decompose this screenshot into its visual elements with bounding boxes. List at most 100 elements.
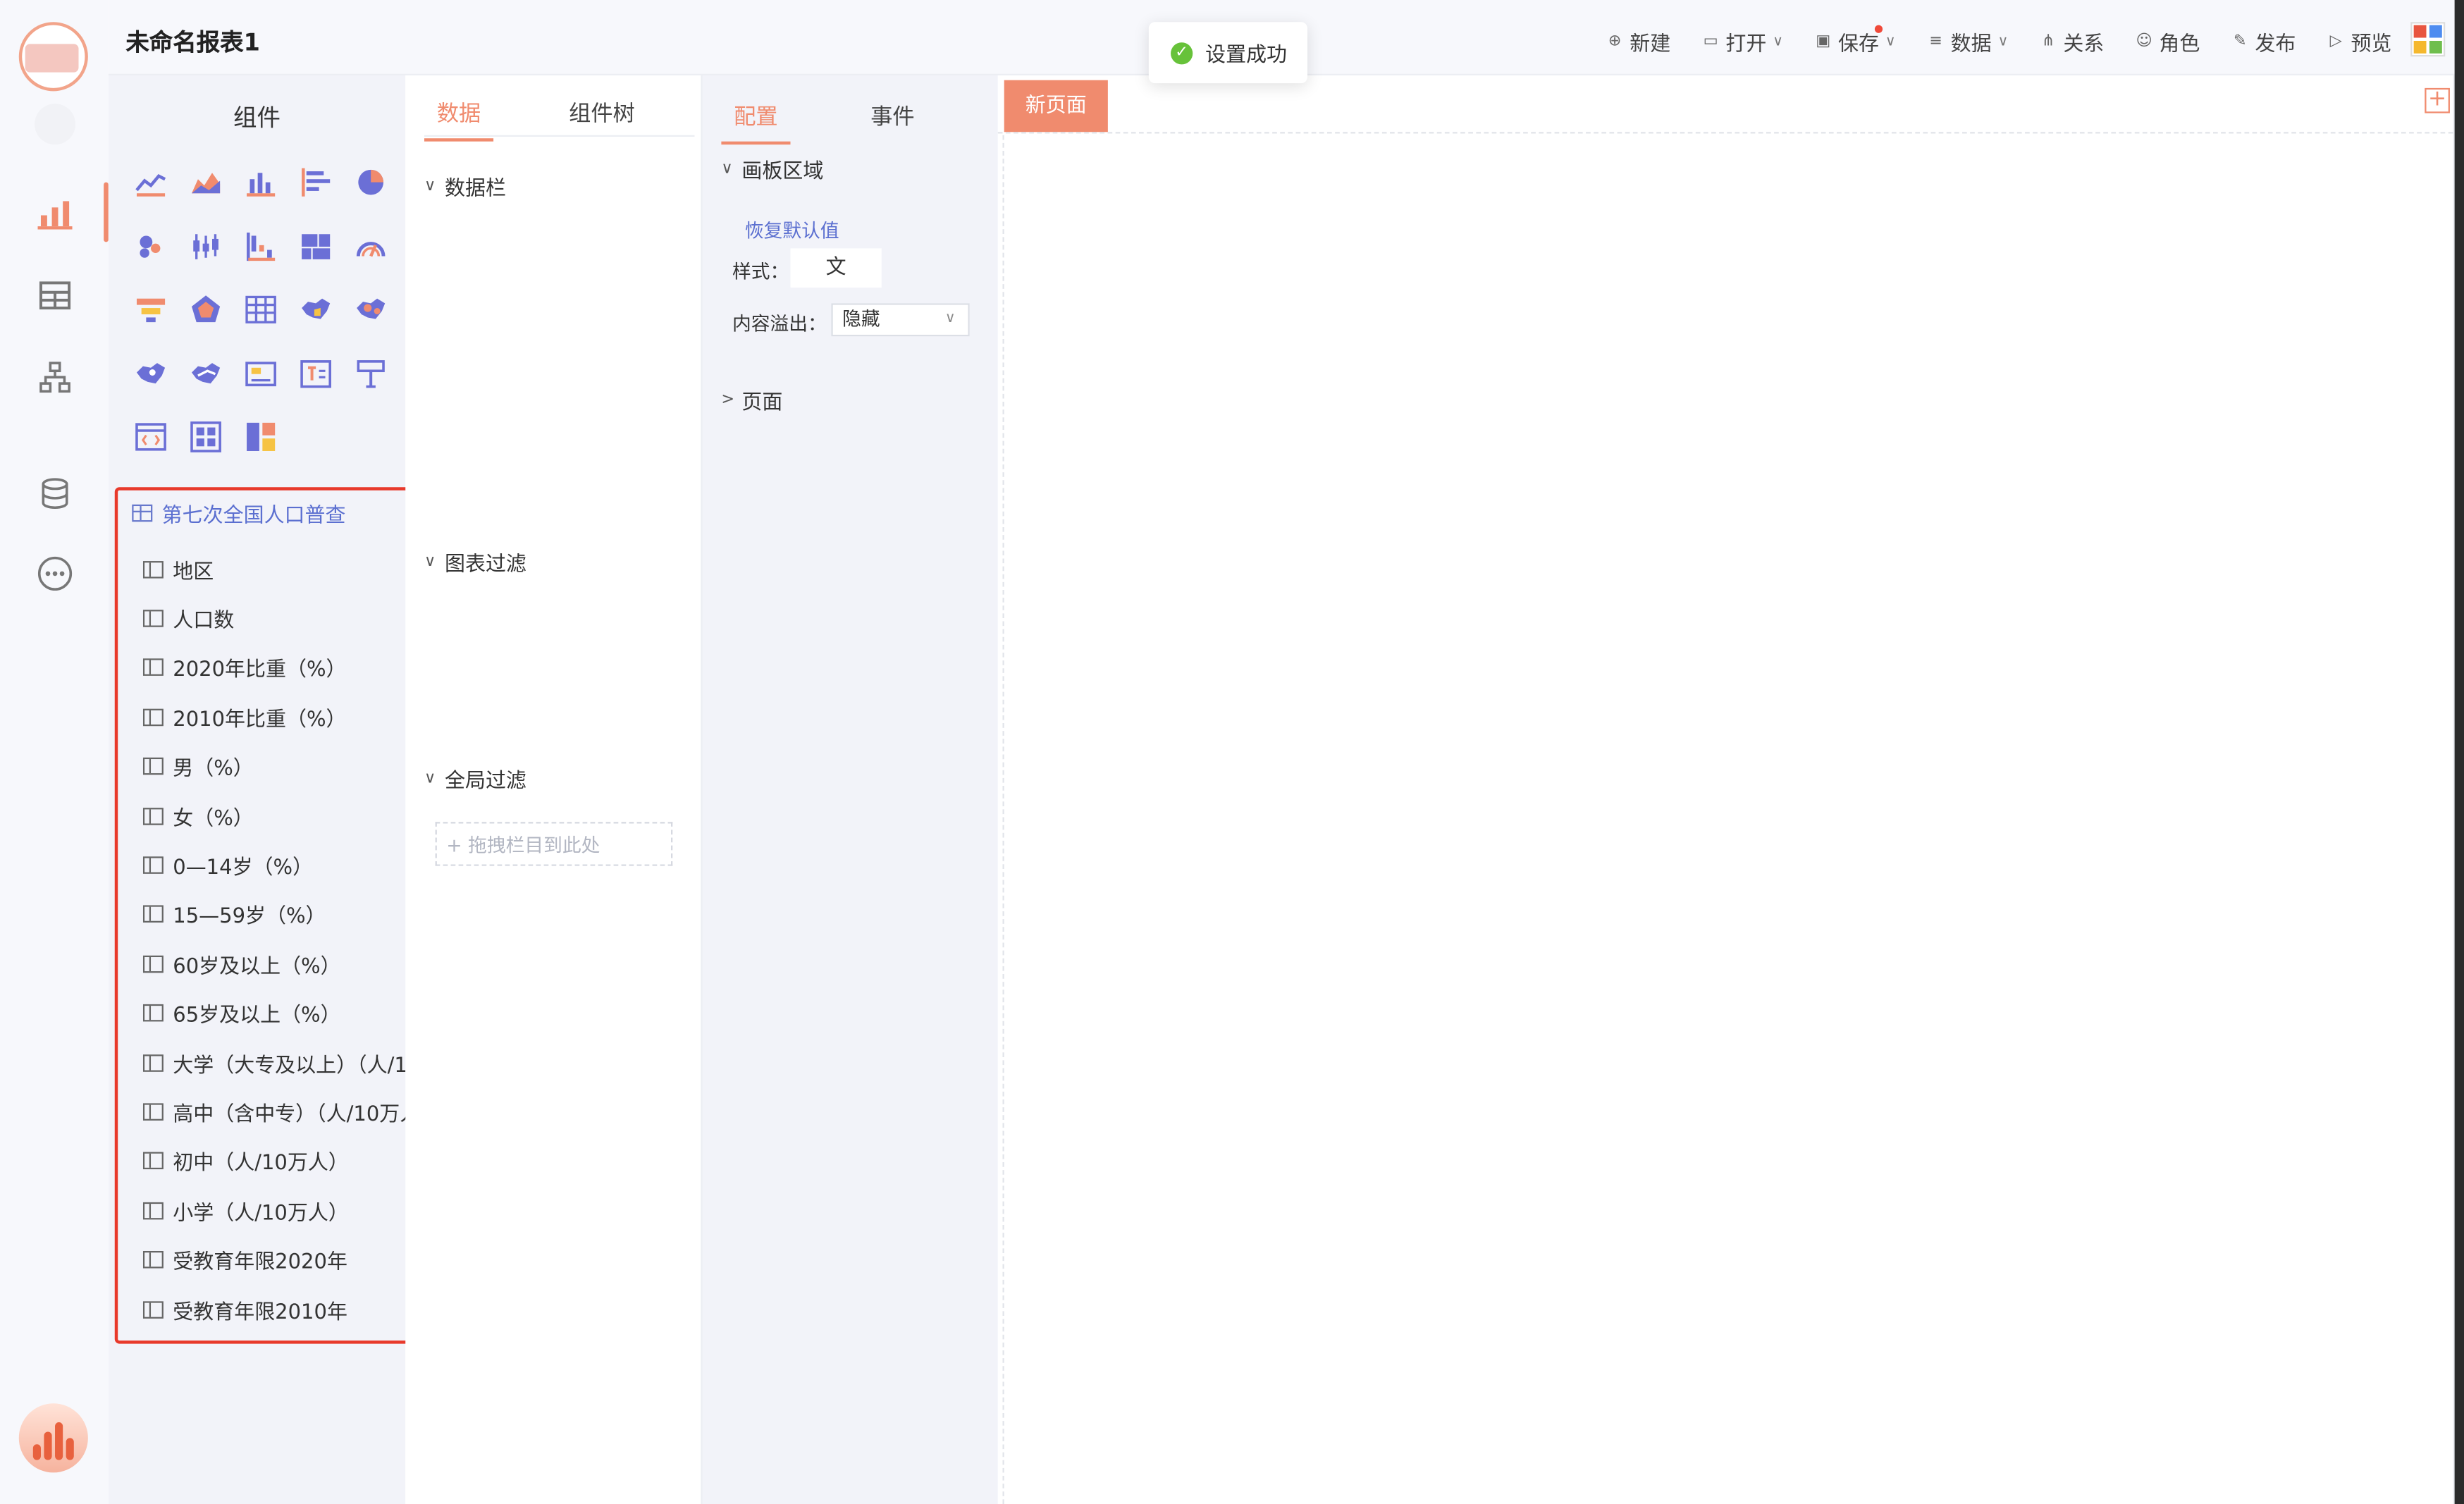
- more-icon: [37, 556, 72, 591]
- add-page-button[interactable]: +: [2425, 87, 2450, 113]
- toolbar-button-relation[interactable]: ⋔ 关系: [2040, 27, 2105, 57]
- section-canvas-area-label: 画板区域: [741, 160, 824, 184]
- dataset-field-item[interactable]: 2020年比重（%）: [142, 651, 410, 685]
- tab-events[interactable]: 事件: [870, 101, 914, 144]
- toolbar: ⊕ 新建 ▭ 打开 ∨ ▣ 保存 ∨ ≡ 数据 ∨ ⋔ 关系 ☺ 角色 ✎ 发布 ▷ 预览: [1575, 25, 2392, 57]
- column-icon: [142, 609, 164, 627]
- component-radar-button[interactable]: [178, 278, 233, 342]
- dataset-field-item[interactable]: 0—14岁（%）: [142, 848, 410, 882]
- overflow-value: 隐藏: [842, 308, 880, 331]
- dataset-field-item[interactable]: 65岁及以上（%）: [142, 996, 410, 1030]
- card-icon: [190, 421, 221, 453]
- style-select[interactable]: 文: [790, 248, 882, 288]
- dataset-field-item[interactable]: 高中（含中专）（人/10万人）: [142, 1095, 410, 1129]
- section-chart-filter[interactable]: ∨ 图表过滤: [424, 547, 526, 577]
- treemap-icon: [300, 233, 330, 259]
- component-text-button[interactable]: [288, 342, 343, 405]
- component-layout-button[interactable]: [233, 405, 288, 469]
- app-logo[interactable]: [18, 22, 88, 92]
- dataset-field-label: 受教育年限2010年: [173, 1300, 347, 1324]
- toolbar-button-publish[interactable]: ✎ 发布: [2231, 27, 2296, 56]
- waterfall-icon: [245, 232, 275, 261]
- component-treemap-button[interactable]: [288, 214, 343, 278]
- toolbar-button-label: 预览: [2351, 32, 2392, 57]
- dataset-field-item[interactable]: 受教育年限2010年: [142, 1292, 410, 1326]
- component-area-chart-button[interactable]: [178, 151, 233, 214]
- tab-config[interactable]: 配置: [721, 101, 791, 145]
- global-filter-drop-zone[interactable]: + 拖拽栏目到此处: [435, 822, 673, 866]
- component-card-button[interactable]: [178, 405, 233, 469]
- component-scatter-button[interactable]: [123, 214, 178, 278]
- column-icon: [142, 758, 164, 775]
- component-line-chart-button[interactable]: [123, 151, 178, 214]
- component-funnel-button[interactable]: [123, 278, 178, 342]
- database-icon: [41, 478, 68, 510]
- china-map-2-icon: [135, 362, 164, 383]
- component-candlestick-button[interactable]: [178, 214, 233, 278]
- dataset-field-item[interactable]: 人口数: [142, 601, 410, 636]
- iframe-icon: [135, 423, 166, 452]
- column-icon: [142, 906, 164, 923]
- dataset-field-label: 小学（人/10万人）: [173, 1202, 349, 1226]
- component-pie-chart-button[interactable]: [343, 151, 398, 214]
- toolbar-button-label: 发布: [2255, 32, 2296, 57]
- rail-chart-button[interactable]: [0, 182, 109, 245]
- toolbar-button-folder-open[interactable]: ▭ 打开 ∨: [1702, 27, 1783, 56]
- dataset-field-item[interactable]: 男（%）: [142, 749, 410, 784]
- column-icon: [142, 1202, 164, 1219]
- toolbar-button-database[interactable]: ≡ 数据 ∨: [1927, 27, 2008, 56]
- report-title[interactable]: 未命名报表1: [125, 25, 260, 58]
- theme-color-swatch: [2413, 25, 2427, 38]
- toolbar-button-plus-circle[interactable]: ⊕ 新建: [1606, 27, 1671, 56]
- section-global-filter[interactable]: ∨ 全局过滤: [424, 764, 526, 794]
- rail-more-button[interactable]: [0, 542, 109, 605]
- component-gauge-button[interactable]: [343, 214, 398, 278]
- component-bar-chart-button[interactable]: [233, 151, 288, 214]
- overflow-select[interactable]: 隐藏 ∨: [831, 303, 970, 337]
- rail-table-button[interactable]: [0, 264, 109, 327]
- dataset-field-item[interactable]: 小学（人/10万人）: [142, 1193, 410, 1228]
- toolbar-button-play-circle[interactable]: ▷ 预览: [2327, 27, 2392, 57]
- component-filter-button[interactable]: [343, 342, 398, 405]
- dataset-field-item[interactable]: 地区: [142, 552, 410, 586]
- rail-database-button[interactable]: [0, 462, 109, 525]
- dataset-table-icon: [132, 504, 153, 522]
- section-page[interactable]: > 页面: [721, 385, 782, 414]
- dataset-field-label: 受教育年限2020年: [173, 1251, 347, 1275]
- dataset-title[interactable]: 第七次全国人口普查: [132, 498, 346, 528]
- database-icon: ≡: [1929, 32, 1942, 51]
- dataset-field-list: 第七次全国人口普查 地区人口数 2020年比重（%） 2010年比重（%） 男（%） 女…: [114, 487, 424, 1344]
- component-waterfall-button[interactable]: [233, 214, 288, 278]
- toolbar-button-save[interactable]: ▣ 保存 ∨: [1815, 25, 1896, 56]
- dataset-field-item[interactable]: 受教育年限2020年: [142, 1243, 410, 1277]
- restore-default-link[interactable]: 恢复默认值: [745, 217, 839, 244]
- section-data-fields[interactable]: ∨ 数据栏: [424, 171, 506, 201]
- component-china-map-heat-button[interactable]: [343, 278, 398, 342]
- dataset-field-item[interactable]: 初中（人/10万人）: [142, 1144, 410, 1178]
- section-canvas-area[interactable]: ∨ 画板区域: [721, 154, 824, 184]
- chevron-down-icon: ∨: [1773, 33, 1783, 50]
- canvas-drop-area[interactable]: [1002, 135, 2453, 1504]
- component-image-button[interactable]: [233, 342, 288, 405]
- component-iframe-button[interactable]: [123, 405, 178, 469]
- component-china-map-button[interactable]: [288, 278, 343, 342]
- bottom-logo[interactable]: [18, 1403, 88, 1473]
- dataset-field-item[interactable]: 女（%）: [142, 799, 410, 833]
- dataset-field-item[interactable]: 2010年比重（%）: [142, 700, 410, 734]
- dataset-field-item[interactable]: 60岁及以上（%）: [142, 947, 410, 981]
- component-table-grid-button[interactable]: [233, 278, 288, 342]
- table-icon: [38, 281, 70, 310]
- toolbar-button-label: 关系: [2063, 32, 2105, 57]
- component-china-map-3-button[interactable]: [178, 342, 233, 405]
- dataset-field-item[interactable]: 大学（大专及以上）（人/10万人）: [142, 1045, 410, 1080]
- page-tab-new[interactable]: 新页面: [1004, 80, 1108, 132]
- component-horizontal-bar-button[interactable]: [288, 151, 343, 214]
- bar-chart-icon: [245, 173, 275, 197]
- toolbar-button-user[interactable]: ☺ 角色: [2136, 27, 2200, 56]
- chevron-down-icon: ∨: [721, 160, 733, 178]
- dataset-field-item[interactable]: 15—59岁（%）: [142, 897, 410, 932]
- rail-tree-button[interactable]: [0, 346, 109, 409]
- success-toast: ✓ 设置成功: [1148, 22, 1308, 84]
- component-china-map-2-button[interactable]: [123, 342, 178, 405]
- theme-switch-button[interactable]: [2410, 22, 2446, 57]
